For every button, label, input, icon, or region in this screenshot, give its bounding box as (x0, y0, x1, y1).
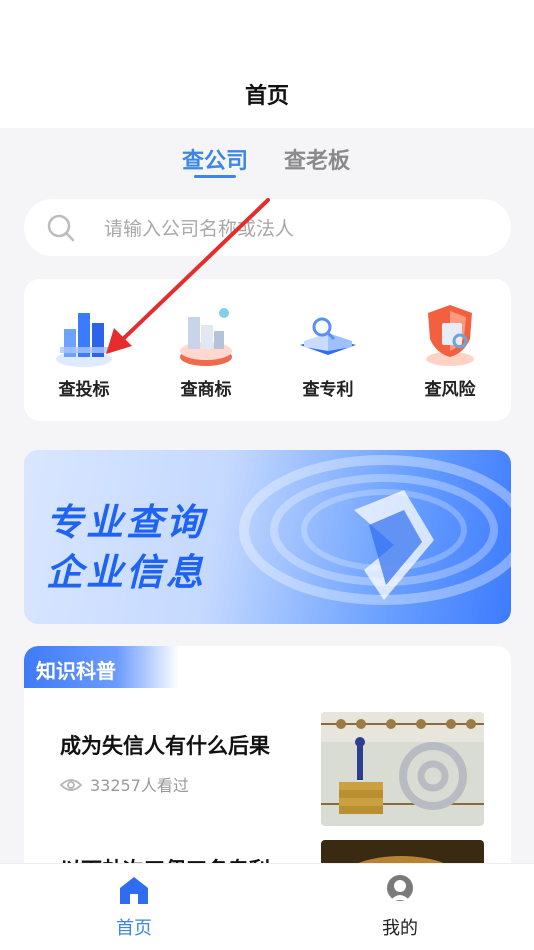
article-thumbnail (321, 712, 484, 826)
quick-action-label: 查风险 (424, 380, 476, 400)
tab-home[interactable]: 首页 (94, 874, 174, 940)
search-bar[interactable]: 请输入公司名称或法人 (24, 199, 511, 256)
quick-action-trademark[interactable]: 查商标 (156, 299, 256, 400)
quick-action-label: 查专利 (302, 380, 354, 400)
risk-shield-icon (418, 299, 482, 369)
view-count: 33257人看过 (59, 772, 189, 796)
section-title: 知识科普 (36, 659, 116, 683)
view-count-text: 33257人看过 (90, 776, 189, 795)
coins-abacus-image (321, 712, 484, 826)
tab-label: 我的 (382, 918, 418, 939)
patent-book-icon (296, 299, 360, 369)
quick-action-patent[interactable]: 查专利 (278, 299, 378, 400)
search-mode-tabs: 查公司 查老板 (0, 143, 534, 183)
home-icon (116, 877, 152, 910)
search-icon (46, 213, 76, 247)
quick-action-bid[interactable]: 查投标 (34, 299, 134, 400)
quick-actions-card: 查投标 查商标 查专利 查风险 (24, 279, 511, 421)
tab-company[interactable]: 查公司 (182, 143, 248, 175)
bid-chart-icon (52, 299, 116, 369)
quick-action-label: 查商标 (180, 380, 232, 400)
tab-boss[interactable]: 查老板 (284, 143, 350, 175)
tab-profile[interactable]: 我的 (360, 874, 440, 940)
banner-headline: 专业查询 (46, 501, 206, 544)
tab-label: 首页 (116, 918, 152, 939)
knowledge-section: 知识科普 成为失信人有什么后果 33257人看过 (24, 646, 511, 886)
search-input[interactable]: 请输入公司名称或法人 (104, 214, 294, 241)
top-bar: 首页 (0, 0, 534, 128)
quick-action-risk[interactable]: 查风险 (400, 299, 500, 400)
eye-icon (59, 777, 83, 796)
banner-subheadline: 企业信息 (46, 551, 206, 594)
profile-icon (382, 875, 418, 910)
active-tab-indicator (194, 175, 236, 178)
bottom-tab-bar: 首页 我的 (0, 863, 534, 950)
article-title: 成为失信人有什么后果 (60, 734, 270, 758)
quick-action-label: 查投标 (58, 380, 110, 400)
page-title: 首页 (244, 84, 289, 109)
section-header: 知识科普 (24, 646, 179, 688)
trademark-icon (174, 299, 238, 369)
promo-banner[interactable]: 专业查询 企业信息 (24, 450, 511, 624)
